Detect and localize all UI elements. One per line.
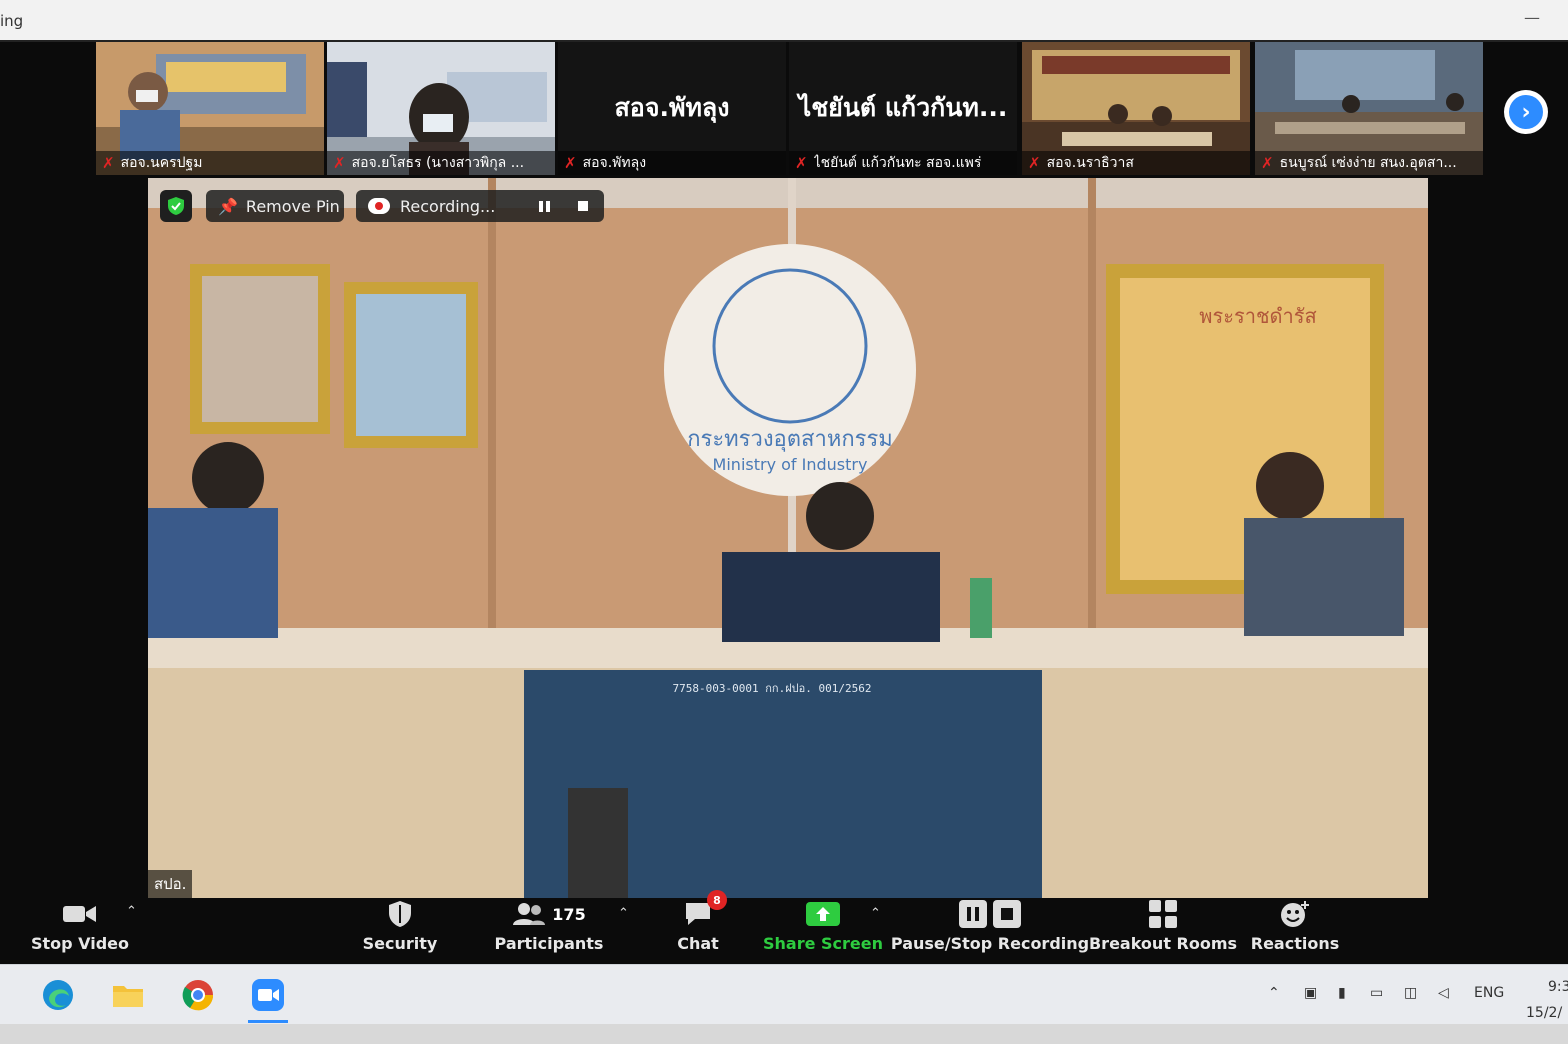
mic-muted-icon: ✗ (333, 154, 346, 172)
shield-icon (389, 901, 411, 927)
share-screen-button[interactable]: Share Screen (763, 894, 883, 964)
participant-tile-2[interactable]: ✗ สอจ.ยโสธร (นางสาวพิกุล ... (327, 42, 555, 175)
recording-label: Recording... (400, 196, 496, 216)
chevron-right-icon: › (1509, 95, 1543, 129)
mic-muted-icon: ✗ (1028, 154, 1041, 172)
pause-stop-recording-label: Pause/Stop Recording (890, 934, 1090, 953)
network-icon[interactable]: ◫ (1404, 985, 1417, 1001)
participant-tile-1[interactable]: ✗ สอจ.นครปฐม (96, 42, 324, 175)
window-titlebar: ing — (0, 0, 1568, 42)
stop-recording-button[interactable] (578, 201, 589, 211)
pause-icon (959, 900, 987, 928)
participant-name-row-2: ✗ สอจ.ยโสธร (นางสาวพิกุล ... (327, 151, 555, 175)
participant-name-5: สอจ.นราธิวาส (1046, 155, 1134, 171)
chrome-browser-icon[interactable] (178, 975, 218, 1015)
chat-unread-badge: 8 (707, 890, 727, 910)
recording-indicator: Recording... (356, 190, 604, 222)
participant-tile-5[interactable]: ✗ สอจ.นราธิวาส (1022, 42, 1250, 175)
stop-video-button[interactable]: Stop Video (30, 894, 130, 964)
windows-taskbar: ⌃ ▣ ▮ ▭ ◫ ◁ ENG 9:3 15/2/ (0, 964, 1568, 1025)
zoom-meeting-area: ✗ สอจ.นครปฐม ✗ สอจ.ยโสธร (นางสาวพิกุล ..… (0, 42, 1568, 964)
language-indicator[interactable]: ENG (1474, 985, 1504, 1001)
monitor-bezel (0, 1024, 1568, 1044)
minimize-button[interactable]: — (1524, 8, 1540, 27)
zoom-app-icon[interactable] (248, 975, 288, 1023)
participant-name-row-5: ✗ สอจ.นราธิวาส (1022, 151, 1250, 175)
participant-name-row-3: ✗ สอจ.พัทลุง (558, 151, 786, 175)
clock-date[interactable]: 15/2/ (1526, 1005, 1562, 1021)
video-camera-icon (63, 906, 96, 922)
participant-tile-3[interactable]: สอจ.พัทลุง ✗ สอจ.พัทลุง (558, 42, 786, 175)
screen-text: 7758-003-0001 กก.ฝปอ. 001/2562 (673, 682, 872, 695)
participant-name-row-1: ✗ สอจ.นครปฐม (96, 151, 324, 175)
reactions-label: Reactions (1250, 934, 1340, 953)
mic-muted-icon: ✗ (564, 154, 577, 172)
participant-tile-4[interactable]: ไชยันต์ แก้วกันท... ✗ ไชยันต์ แก้วกันทะ … (789, 42, 1017, 175)
participant-name-4: ไชยันต์ แก้วกันทะ สอจ.แพร่ (813, 155, 982, 171)
next-page-button[interactable]: › (1504, 90, 1548, 134)
main-video[interactable]: กระทรวงอุตสาหกรรม Ministry of Industry พ… (148, 178, 1428, 898)
share-screen-label: Share Screen (763, 934, 884, 953)
share-screen-icon (806, 902, 840, 926)
pin-icon: 📌 (218, 196, 238, 216)
edge-browser-icon[interactable] (38, 975, 78, 1015)
mic-muted-icon: ✗ (795, 154, 808, 172)
participant-name-row-4: ✗ ไชยันต์ แก้วกันทะ สอจ.แพร่ (789, 151, 1017, 175)
plaque-title: พระราชดำรัส (1199, 304, 1316, 328)
participant-name-row-6: ✗ ธนบูรณ์ เซ่งง่าย สนง.อุตสา... (1255, 151, 1483, 175)
participant-display-name-4: ไชยันต์ แก้วกันท... (798, 93, 1008, 122)
breakout-rooms-icon (1149, 900, 1177, 928)
seal-english-text: Ministry of Industry (713, 455, 868, 474)
stop-video-label: Stop Video (30, 934, 130, 953)
breakout-rooms-label: Breakout Rooms (1088, 934, 1238, 953)
file-explorer-icon[interactable] (108, 975, 148, 1015)
battery-icon[interactable]: ▭ (1370, 985, 1383, 1001)
pause-stop-recording-button[interactable]: Pause/Stop Recording (891, 894, 1089, 964)
clock-time[interactable]: 9:3 (1548, 979, 1568, 995)
chat-label: Chat (677, 934, 719, 953)
participant-display-name-3: สอจ.พัทลุง (614, 93, 730, 122)
participants-caret-icon[interactable]: ⌃ (618, 906, 629, 921)
security-shield-badge[interactable] (160, 190, 192, 222)
remove-pin-button[interactable]: 📌 Remove Pin (206, 190, 344, 222)
stop-icon (993, 900, 1021, 928)
security-label: Security (362, 934, 438, 953)
shield-check-icon (168, 197, 184, 215)
reactions-smiley-icon (1281, 901, 1309, 927)
window-title: ing (0, 12, 24, 30)
participants-button[interactable]: 175 Participants (494, 894, 604, 964)
reactions-button[interactable]: Reactions (1250, 894, 1340, 964)
participants-label: Participants (494, 934, 604, 953)
breakout-rooms-button[interactable]: Breakout Rooms (1089, 894, 1237, 964)
mic-muted-icon: ✗ (1261, 154, 1274, 172)
share-options-caret-icon[interactable]: ⌃ (870, 906, 881, 921)
main-video-scene: กระทรวงอุตสาหกรรม Ministry of Industry พ… (148, 178, 1428, 898)
mic-muted-icon: ✗ (102, 154, 115, 172)
cloud-recording-icon (368, 198, 390, 214)
security-button[interactable]: Security (360, 894, 440, 964)
participants-count: 175 (552, 904, 586, 924)
seal-thai-text: กระทรวงอุตสาหกรรม (687, 427, 893, 452)
show-hidden-icons-chevron-icon[interactable]: ⌃ (1268, 985, 1280, 1001)
pause-recording-button[interactable] (539, 200, 551, 212)
volume-icon[interactable]: ◁ (1438, 985, 1449, 1001)
usb-device-icon[interactable]: ▮ (1338, 985, 1346, 1001)
participants-icon (513, 903, 546, 925)
meeting-toolbar: Stop Video ⌃ Security 175 Participants ⌃… (0, 890, 1568, 964)
remove-pin-label: Remove Pin (245, 196, 340, 216)
participant-name-3: สอจ.พัทลุง (582, 155, 647, 171)
participant-tile-6[interactable]: ✗ ธนบูรณ์ เซ่งง่าย สนง.อุตสา... (1255, 42, 1483, 175)
participant-name-2: สอจ.ยโสธร (นางสาวพิกุล ... (351, 155, 525, 171)
participant-name-1: สอจ.นครปฐม (120, 155, 203, 171)
participant-name-6: ธนบูรณ์ เซ่งง่าย สนง.อุตสา... (1279, 155, 1457, 171)
meet-now-icon[interactable]: ▣ (1304, 985, 1317, 1001)
video-options-caret-icon[interactable]: ⌃ (126, 904, 137, 919)
chat-button[interactable]: 8 Chat (668, 890, 728, 964)
